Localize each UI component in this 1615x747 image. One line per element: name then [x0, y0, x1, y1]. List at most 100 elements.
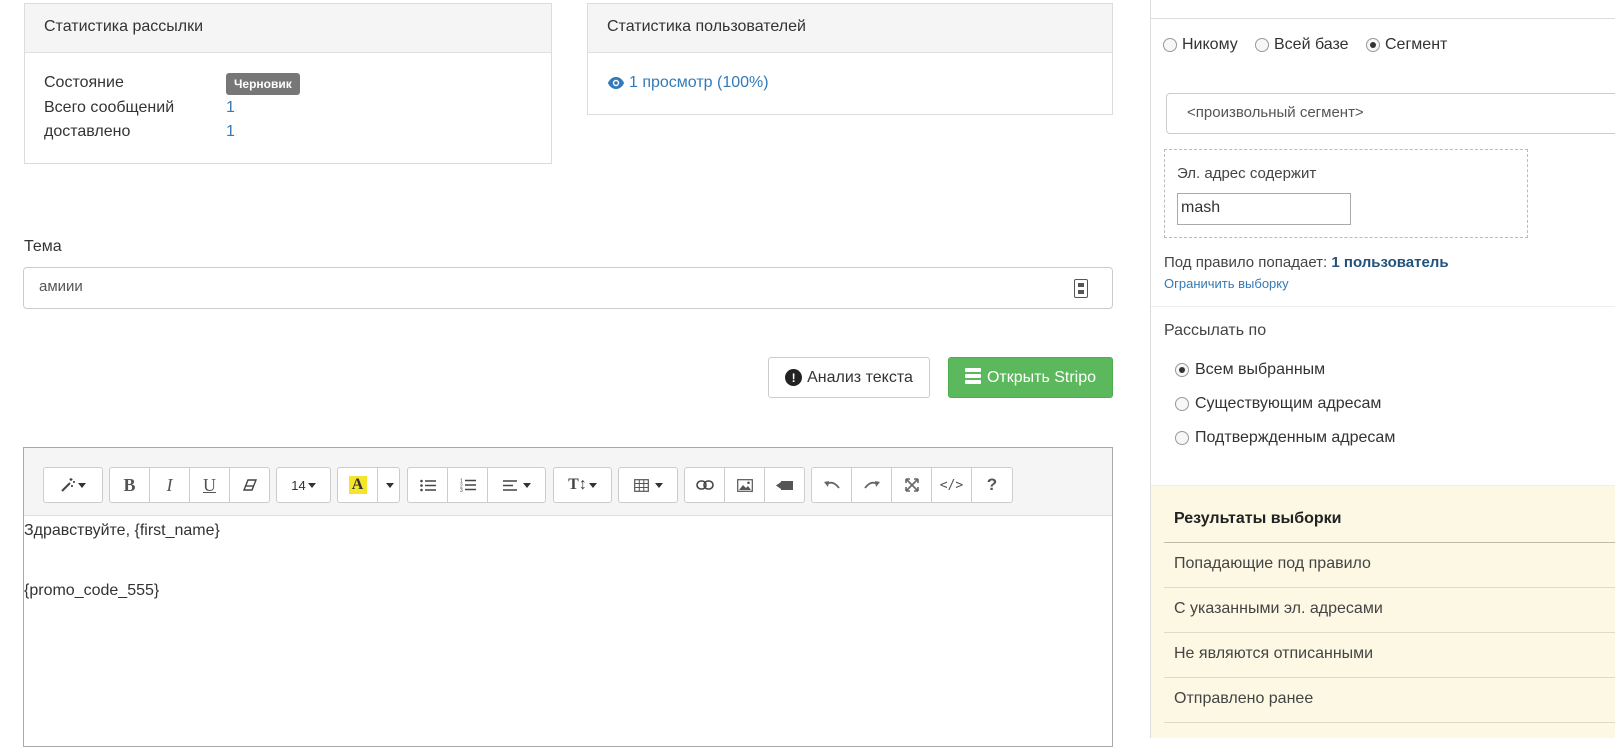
color-group: A	[337, 467, 400, 503]
redo-button[interactable]	[852, 468, 892, 502]
radio-icon	[1163, 38, 1177, 52]
redo-icon	[863, 481, 880, 489]
delivered-row: доставлено 1	[44, 123, 235, 141]
editor-content[interactable]: Здравствуйте, {first_name} {promo_code_5…	[24, 516, 1112, 610]
text-height-icon: T↕	[568, 476, 587, 493]
matches-summary: Под правило попадает: 1 пользователь	[1164, 254, 1449, 271]
undo-icon	[823, 481, 840, 489]
highlight-icon: A	[348, 476, 367, 494]
question-icon: ?	[986, 475, 998, 494]
insert-link-button[interactable]	[685, 468, 725, 502]
divider	[1151, 306, 1615, 307]
format-group: B I U	[109, 467, 270, 503]
limit-selection-link[interactable]: Ограничить выборку	[1164, 276, 1289, 291]
underline-button[interactable]: U	[190, 468, 230, 502]
subject-label: Тема	[24, 238, 62, 255]
open-stripo-button[interactable]: Открыть Stripo	[948, 357, 1113, 398]
editor-line: {promo_code_555}	[24, 582, 160, 599]
views-text: 1 просмотр (100%)	[629, 74, 769, 91]
results-row: Отправлено ранее	[1164, 678, 1615, 723]
user-stats-title: Статистика пользователей	[588, 4, 1112, 53]
state-row: Состояние Черновик	[44, 73, 300, 95]
code-icon: </>	[939, 477, 964, 493]
total-label: Всего сообщений	[44, 99, 175, 116]
magic-style-button[interactable]	[44, 468, 102, 502]
font-size-group: 14	[276, 467, 331, 503]
list-group: 123	[407, 467, 546, 503]
link-icon	[695, 480, 714, 490]
state-label: Состояние	[44, 74, 124, 91]
video-icon	[776, 480, 793, 490]
numbered-list-button[interactable]: 123	[448, 468, 488, 502]
send-by-confirmed[interactable]: Подтвержденным адресам	[1175, 429, 1395, 447]
subject-input[interactable]: амиии	[23, 267, 1113, 309]
text-color-button[interactable]: A	[338, 468, 378, 502]
editor-line	[24, 550, 1112, 580]
bullet-list-button[interactable]	[408, 468, 448, 502]
style-group	[43, 467, 103, 503]
table-group	[618, 467, 678, 503]
table-icon	[633, 478, 649, 492]
radio-icon	[1366, 38, 1380, 52]
segment-sidebar: Никому Всей базе Сегмент <произвольный с…	[1150, 0, 1615, 738]
color-dropdown[interactable]	[378, 468, 399, 502]
total-row: Всего сообщений 1	[44, 99, 235, 117]
radio-icon	[1175, 397, 1189, 411]
misc-group: </> ?	[811, 467, 1013, 503]
insert-video-button[interactable]	[765, 468, 804, 502]
line-height-dropdown[interactable]: T↕	[554, 468, 611, 502]
exclamation-icon: !	[785, 369, 803, 386]
send-by-existing[interactable]: Существующим адресам	[1175, 395, 1381, 413]
code-view-button[interactable]: </>	[932, 468, 972, 502]
clear-format-button[interactable]	[230, 468, 269, 502]
text-analysis-button[interactable]: ! Анализ текста	[768, 357, 930, 398]
delivered-value-link[interactable]: 1	[226, 123, 235, 141]
text-analysis-label: Анализ текста	[807, 368, 913, 386]
server-icon	[964, 367, 981, 384]
undo-button[interactable]	[812, 468, 852, 502]
radio-icon	[1255, 38, 1269, 52]
eraser-icon	[242, 479, 257, 491]
results-row: С указанными эл. адресами	[1164, 588, 1615, 633]
magic-wand-icon	[61, 478, 75, 492]
editor-line: Здравствуйте, {first_name}	[24, 522, 220, 539]
subject-value: амиии	[39, 278, 83, 295]
rule-value-input[interactable]: mash	[1177, 193, 1351, 225]
segment-select-value: <произвольный сегмент>	[1187, 104, 1364, 121]
text-height-group: T↕	[553, 467, 612, 503]
open-stripo-label: Открыть Stripo	[986, 368, 1097, 386]
chevron-down-icon	[385, 482, 394, 488]
send-by-option-label: Подтвержденным адресам	[1195, 429, 1396, 446]
insert-image-button[interactable]	[725, 468, 765, 502]
wysiwyg-editor: B I U 14 A 123 T↕ </> ? Здравствуйте, {f…	[23, 447, 1113, 747]
total-value-link[interactable]: 1	[226, 99, 235, 117]
bold-button[interactable]: B	[110, 468, 150, 502]
help-button[interactable]: ?	[972, 468, 1012, 502]
personalize-icon[interactable]	[1074, 279, 1088, 298]
editor-toolbar: B I U 14 A 123 T↕ </> ?	[24, 448, 1112, 516]
audience-option-segment[interactable]: Сегмент	[1366, 36, 1447, 54]
font-size-dropdown[interactable]: 14	[277, 468, 330, 502]
eye-icon	[608, 77, 624, 89]
align-dropdown[interactable]	[488, 468, 545, 502]
rule-label: Эл. адрес содержит	[1177, 165, 1317, 182]
selection-results: Результаты выборки Попадающие под правил…	[1151, 485, 1615, 738]
chevron-down-icon	[522, 482, 531, 488]
align-left-icon	[502, 479, 517, 491]
numbered-list-icon: 123	[460, 479, 476, 492]
send-by-all-selected[interactable]: Всем выбранным	[1175, 361, 1325, 379]
audience-option-all[interactable]: Всей базе	[1255, 36, 1349, 54]
italic-button[interactable]: I	[150, 468, 190, 502]
status-badge: Черновик	[226, 73, 300, 95]
views-link[interactable]: 1 просмотр (100%)	[607, 74, 769, 92]
audience-option-label: Сегмент	[1385, 36, 1448, 53]
mailing-stats-panel: Статистика рассылки Состояние Черновик В…	[24, 3, 552, 164]
segment-select[interactable]: <произвольный сегмент>	[1166, 93, 1615, 134]
fullscreen-button[interactable]	[892, 468, 932, 502]
send-by-option-label: Существующим адресам	[1195, 395, 1382, 412]
audience-option-nobody[interactable]: Никому	[1163, 36, 1238, 54]
bullet-list-icon	[419, 479, 436, 491]
table-dropdown[interactable]	[619, 468, 677, 502]
image-icon	[736, 478, 753, 492]
results-title: Результаты выборки	[1164, 498, 1615, 543]
